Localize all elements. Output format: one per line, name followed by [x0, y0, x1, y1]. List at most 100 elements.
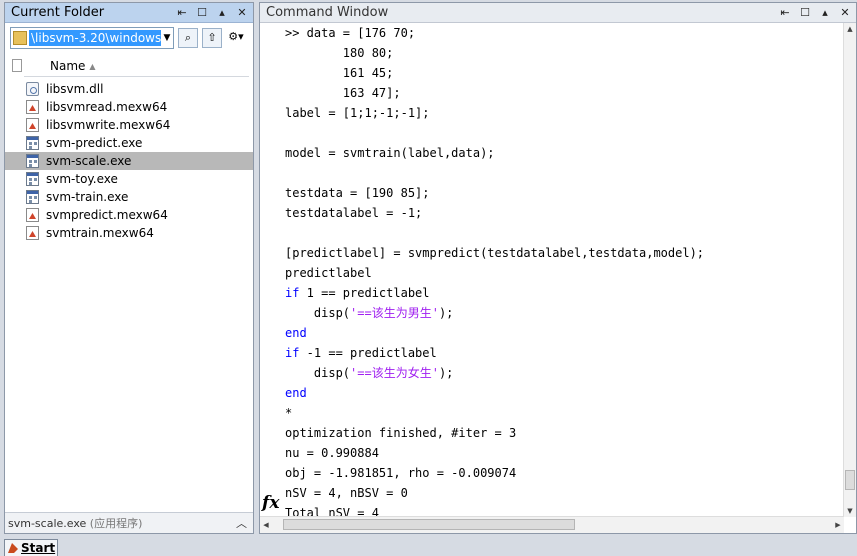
file-row[interactable]: svmtrain.mexw64 [5, 224, 253, 242]
folder-details-bar: svm-scale.exe (应用程序) ︿ [5, 512, 253, 533]
command-line: optimization finished, #iter = 3 [285, 423, 844, 443]
file-list-header[interactable]: Name ▲ [12, 56, 249, 77]
folder-path-text[interactable]: \libsvm-3.20\windows\ [29, 30, 161, 46]
command-line: >> data = [176 70; [285, 23, 844, 43]
file-row[interactable]: libsvmwrite.mexw64 [5, 116, 253, 134]
scroll-right-icon[interactable]: ▶ [832, 517, 844, 533]
command-line: 163 47]; [285, 83, 844, 103]
code-token: -1 == predictlabel [299, 346, 437, 360]
undock-icon[interactable]: ☐ [798, 6, 812, 20]
code-token: model = svmtrain(label,data); [285, 146, 495, 160]
file-row[interactable]: svm-predict.exe [5, 134, 253, 152]
file-name: svm-predict.exe [46, 136, 143, 150]
panel-actions-icon[interactable]: ⇤ [175, 6, 189, 20]
function-browser-icon[interactable]: fx [262, 493, 279, 513]
file-name: svmtrain.mexw64 [46, 226, 154, 240]
command-line: testdatalabel = -1; [285, 203, 844, 223]
command-line: nu = 0.990884 [285, 443, 844, 463]
dll-file-icon [26, 82, 39, 96]
folder-icon [13, 31, 27, 45]
details-file-name: svm-scale.exe [8, 517, 87, 530]
command-window-title: Command Window [266, 5, 389, 20]
panel-actions-icon[interactable]: ⇤ [778, 6, 792, 20]
scroll-down-icon[interactable]: ▼ [844, 505, 856, 517]
code-token: nSV = 4, nBSV = 0 [285, 486, 408, 500]
status-bar: Start [0, 537, 857, 556]
file-row[interactable]: libsvm.dll [5, 80, 253, 98]
code-token: 163 47]; [285, 86, 401, 100]
command-line: obj = -1.981851, rho = -0.009074 [285, 463, 844, 483]
exe-file-icon [26, 136, 39, 150]
name-column-header[interactable]: Name [50, 59, 85, 73]
horizontal-scrollbar[interactable]: ◀ ▶ [260, 516, 844, 533]
code-token: [predictlabel] = svmpredict(testdatalabe… [285, 246, 705, 260]
code-token: nu = 0.990884 [285, 446, 379, 460]
command-line: end [285, 383, 844, 403]
command-line: disp('==该生为男生'); [285, 303, 844, 323]
file-name: svm-scale.exe [46, 154, 132, 168]
chevron-down-icon[interactable]: ▼ [161, 33, 173, 43]
details-file-type: (应用程序) [89, 517, 143, 530]
search-icon[interactable]: ⌕ [178, 28, 198, 48]
folder-path-combobox[interactable]: \libsvm-3.20\windows\ ▼ [10, 27, 174, 49]
close-icon[interactable]: ✕ [838, 6, 852, 20]
code-token: ); [438, 306, 454, 320]
code-token: disp( [285, 306, 351, 320]
command-line: Total nSV = 4 [285, 503, 844, 517]
vertical-scroll-thumb[interactable] [845, 470, 855, 490]
code-token: 180 80; [285, 46, 394, 60]
file-row[interactable]: svm-toy.exe [5, 170, 253, 188]
close-icon[interactable]: ✕ [235, 6, 249, 20]
scroll-up-icon[interactable]: ▲ [844, 23, 856, 35]
command-line: [predictlabel] = svmpredict(testdatalabe… [285, 243, 844, 263]
file-name: libsvmread.mexw64 [46, 100, 168, 114]
exe-file-icon [26, 190, 39, 204]
file-row[interactable]: svm-train.exe [5, 188, 253, 206]
code-token: ); [438, 366, 454, 380]
matlab-logo-icon [8, 543, 18, 553]
file-type-column-icon [12, 59, 22, 72]
command-line: 161 45; [285, 63, 844, 83]
current-folder-panel: Current Folder ⇤ ☐ ▴ ✕ \libsvm-3.20\wind… [4, 2, 254, 534]
file-row[interactable]: svmpredict.mexw64 [5, 206, 253, 224]
code-token: optimization finished, #iter = 3 [285, 426, 517, 440]
command-line [285, 223, 844, 243]
gear-icon[interactable]: ⚙▾ [226, 28, 246, 48]
up-folder-icon[interactable]: ⇧ [202, 28, 222, 48]
code-token: 1 == predictlabel [299, 286, 430, 300]
command-window-output[interactable]: fx >> data = [176 70; 180 80; 161 45; 16… [260, 23, 844, 517]
command-line: disp('==该生为女生'); [285, 363, 844, 383]
keyword-token: if [285, 286, 300, 300]
chevron-up-icon[interactable]: ︿ [236, 515, 247, 531]
pin-icon[interactable]: ▴ [215, 6, 229, 20]
command-text: >> data = [176 70; 180 80; 161 45; 163 4… [285, 23, 844, 517]
mex-file-icon [26, 226, 39, 240]
fx-gutter: fx [260, 23, 282, 517]
exe-file-icon [26, 172, 39, 186]
command-window-panel: Command Window ⇤ ☐ ▴ ✕ fx >> data = [176… [259, 2, 857, 534]
file-name: svm-toy.exe [46, 172, 118, 186]
file-name: libsvmwrite.mexw64 [46, 118, 171, 132]
file-name: svmpredict.mexw64 [46, 208, 168, 222]
file-row[interactable]: svm-scale.exe [5, 152, 253, 170]
file-name: libsvm.dll [46, 82, 104, 96]
code-token: testdatalabel = -1; [285, 206, 423, 220]
scroll-left-icon[interactable]: ◀ [260, 517, 272, 533]
vertical-scrollbar[interactable]: ▲ ▼ [843, 23, 856, 517]
code-token: obj = -1.981851, rho = -0.009074 [285, 466, 517, 480]
code-token: 161 45; [285, 66, 394, 80]
pin-icon[interactable]: ▴ [818, 6, 832, 20]
undock-icon[interactable]: ☐ [195, 6, 209, 20]
command-window-titlebar: Command Window ⇤ ☐ ▴ ✕ [260, 3, 856, 23]
code-token: label = [1;1;-1;-1]; [285, 106, 430, 120]
start-button[interactable]: Start [4, 539, 58, 556]
code-token: testdata = [190 85]; [285, 186, 430, 200]
horizontal-scroll-thumb[interactable] [283, 519, 575, 530]
exe-file-icon [26, 154, 39, 168]
file-row[interactable]: libsvmread.mexw64 [5, 98, 253, 116]
command-line [285, 163, 844, 183]
current-folder-titlebar: Current Folder ⇤ ☐ ▴ ✕ [5, 3, 253, 23]
keyword-token: end [285, 326, 307, 340]
command-line [285, 123, 844, 143]
file-name: svm-train.exe [46, 190, 129, 204]
